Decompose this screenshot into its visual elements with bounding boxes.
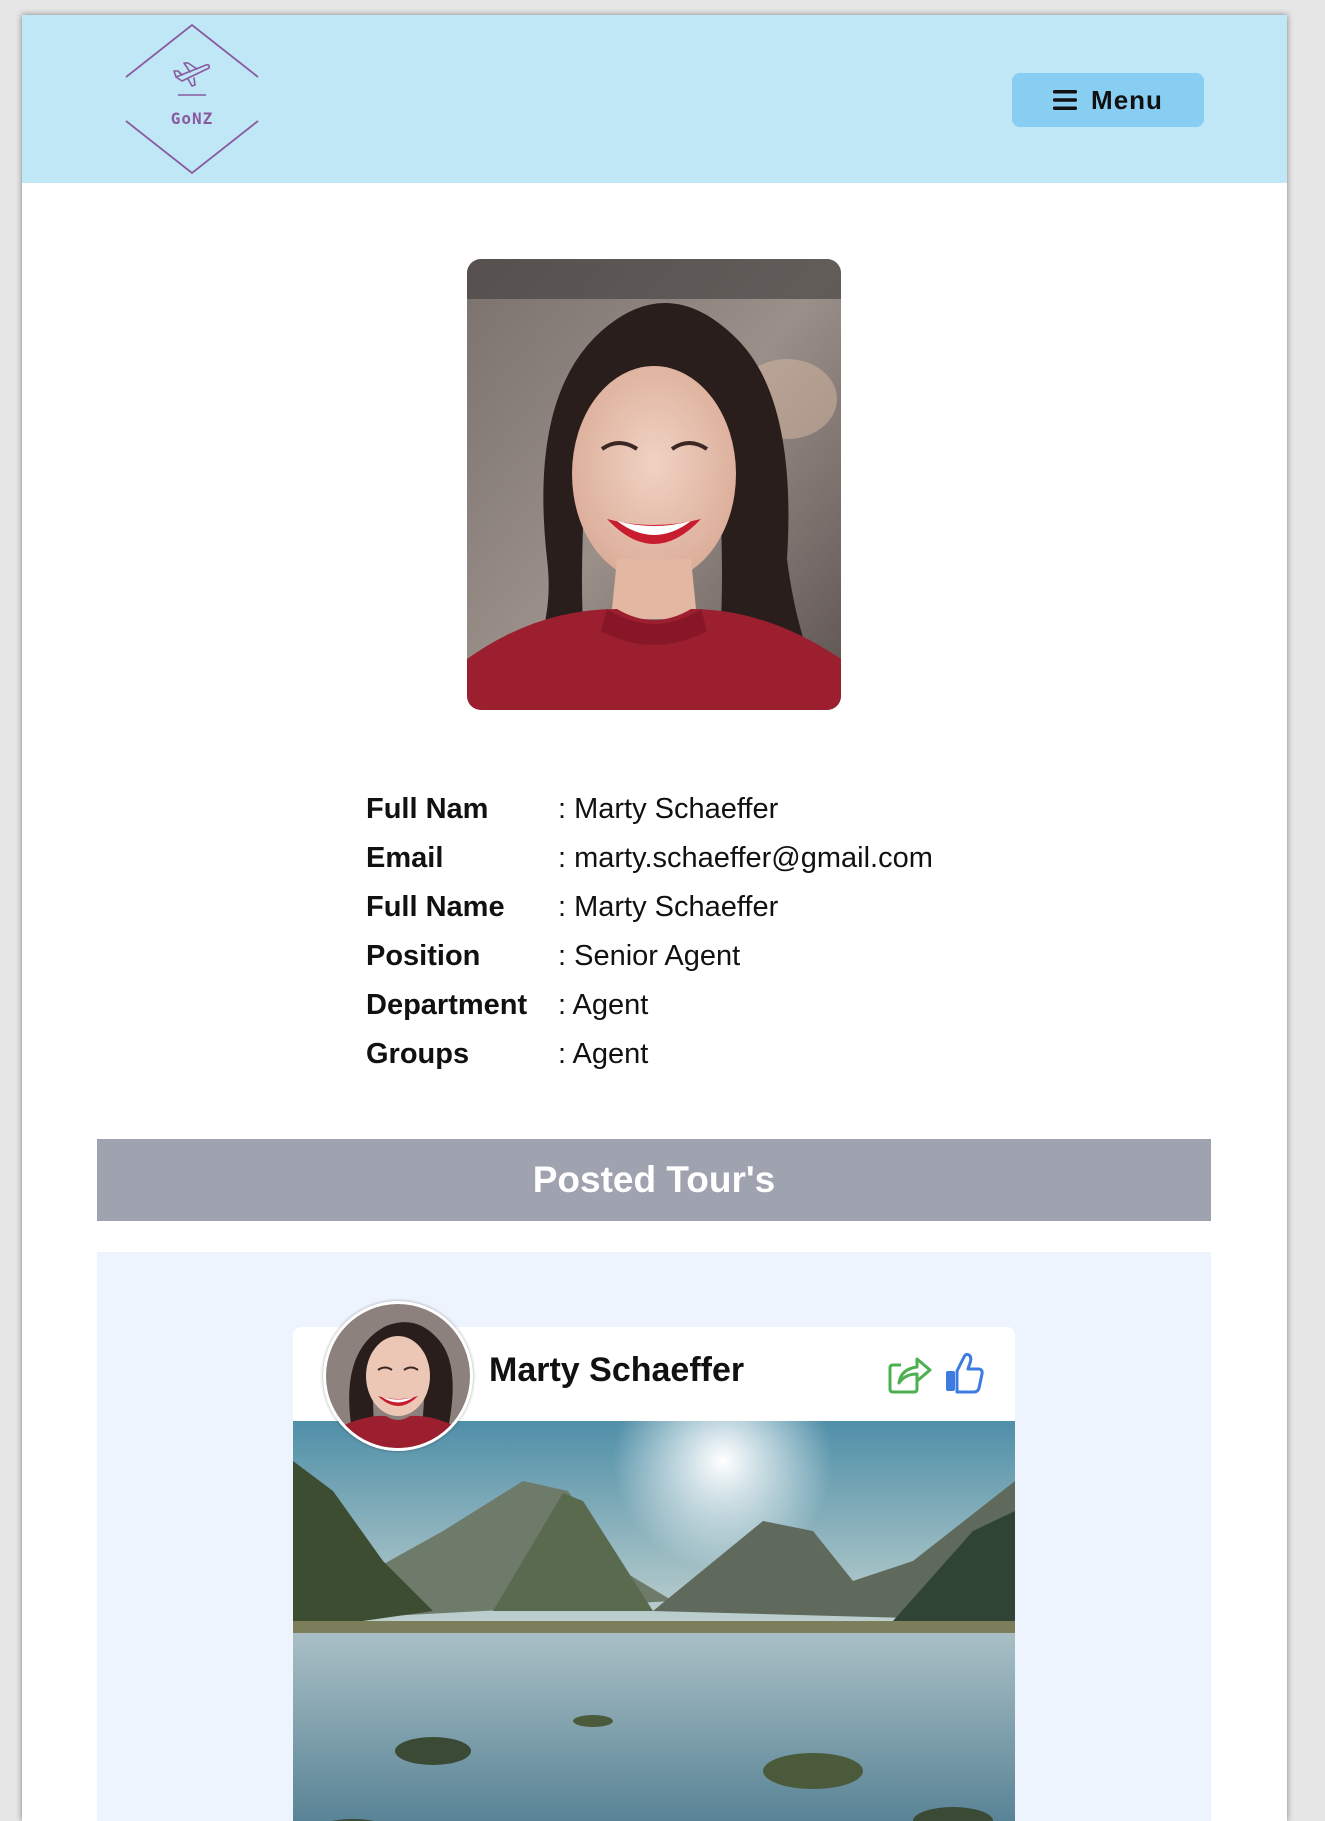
- info-value: : marty.schaeffer@gmail.com: [558, 842, 933, 874]
- info-row-fullname: Full Name : Marty Schaeffer: [366, 883, 1066, 932]
- site-header: GoNZ Menu: [22, 15, 1287, 183]
- info-value: : Agent: [558, 989, 649, 1021]
- info-value: : Senior Agent: [558, 940, 741, 972]
- tour-card[interactable]: Marty Schaeffer: [293, 1301, 1015, 1821]
- info-value: : Agent: [558, 1038, 649, 1070]
- info-value: : Marty Schaeffer: [558, 891, 779, 923]
- info-row-department: Department : Agent: [366, 981, 1066, 1030]
- menu-button[interactable]: Menu: [1012, 73, 1204, 127]
- logo-text: GoNZ: [170, 109, 214, 128]
- mountain-lake-image: [293, 1421, 1015, 1821]
- posted-tours-heading: Posted Tour's: [97, 1139, 1211, 1221]
- profile-page: GoNZ Menu Full Nam: Marty Schaeffer Ema…: [22, 15, 1287, 1821]
- info-key: Full Nam: [366, 793, 489, 825]
- tour-image[interactable]: [293, 1421, 1015, 1821]
- info-row-fullnam: Full Nam : Marty Schaeffer: [366, 785, 1066, 834]
- info-key: Position: [366, 940, 481, 972]
- gonz-logo[interactable]: GoNZ: [122, 21, 262, 177]
- author-name: Marty Schaeffer: [489, 1351, 745, 1389]
- logo-diamond-icon: [125, 23, 259, 175]
- profile-info: Full Nam : Marty Schaeffer Email : marty…: [366, 785, 1066, 1079]
- hamburger-icon: [1053, 90, 1078, 110]
- info-key: Full Name: [366, 891, 505, 923]
- thumbs-up-icon[interactable]: [943, 1351, 985, 1395]
- info-key: Groups: [366, 1038, 470, 1070]
- posted-tours-list: Marty Schaeffer: [97, 1252, 1211, 1821]
- share-icon[interactable]: [887, 1353, 933, 1395]
- avatar-image: [326, 1304, 470, 1448]
- info-value: : Marty Schaeffer: [558, 793, 779, 825]
- info-key: Department: [366, 989, 528, 1021]
- info-key: Email: [366, 842, 444, 874]
- tour-card-header: Marty Schaeffer: [293, 1301, 1015, 1451]
- author-avatar[interactable]: [323, 1301, 473, 1451]
- woman-portrait-image: [467, 259, 841, 710]
- profile-photo: [467, 259, 841, 710]
- info-row-groups: Groups : Agent: [366, 1030, 1066, 1079]
- info-row-email: Email : marty.schaeffer@gmail.com: [366, 834, 1066, 883]
- info-row-position: Position : Senior Agent: [366, 932, 1066, 981]
- menu-label: Menu: [1091, 84, 1163, 115]
